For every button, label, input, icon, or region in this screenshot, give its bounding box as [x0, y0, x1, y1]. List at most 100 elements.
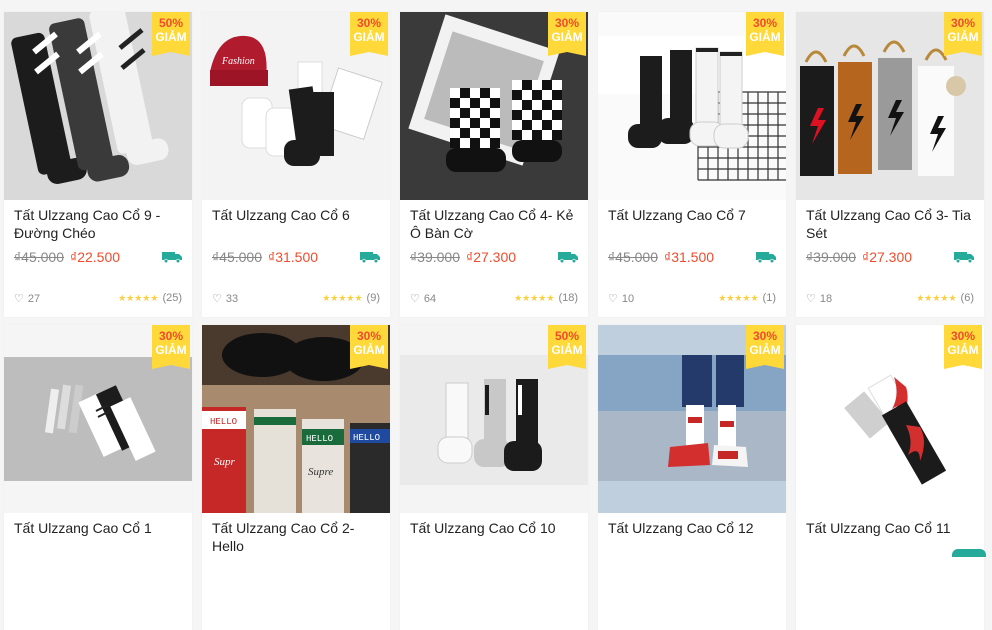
discount-badge: 30%GIẢM [944, 325, 982, 365]
product-grid: 50%GIẢMTất Ulzzang Cao Cổ 9 - Đường Chéo… [4, 12, 988, 630]
heart-icon[interactable]: ♡ [410, 293, 420, 305]
product-card[interactable]: HELLO HELLO HELLO Supr Supre 30%GIẢMTất … [202, 325, 390, 630]
product-card[interactable]: 50%GIẢMTất Ulzzang Cao Cổ 10 [400, 325, 588, 630]
original-price: ₫45.000 [14, 249, 64, 265]
product-name[interactable]: Tất Ulzzang Cao Cổ 4- Kẻ Ô Bàn Cờ [410, 206, 578, 242]
rating: ★★★★★ (1) [718, 292, 776, 304]
svg-text:HELLO: HELLO [306, 434, 333, 444]
rating: ★★★★★ (25) [118, 292, 182, 304]
discount-badge: 30%GIẢM [944, 12, 982, 52]
discount-badge: 30%GIẢM [350, 325, 388, 365]
freeship-icon [558, 251, 578, 263]
product-card[interactable]: 30%GIẢM Tất Ulzzang Cao Cổ 4- Kẻ Ô Bàn Cờ… [400, 12, 588, 317]
like-count[interactable]: ♡ 27 [14, 292, 40, 305]
discount-badge: 30%GIẢM [746, 12, 784, 52]
like-count[interactable]: ♡ 18 [806, 292, 832, 305]
original-price: ₫45.000 [212, 249, 262, 265]
product-card[interactable]: 30%GIẢM Tất Ulzzang Cao Cổ 12 [598, 325, 786, 630]
discount-badge: 50%GIẢM [152, 12, 190, 52]
svg-text:Fashion: Fashion [221, 56, 255, 67]
review-count: (25) [162, 292, 182, 304]
product-card[interactable]: Fashion 30%GIẢM Tất Ulzzang Cao Cổ 6 ₫45.0… [202, 12, 390, 317]
star-icon: ★★★★★ [514, 293, 554, 303]
discount-label: GIẢM [944, 343, 982, 357]
svg-text:HELLO: HELLO [210, 417, 237, 427]
product-name[interactable]: Tất Ulzzang Cao Cổ 7 [608, 206, 776, 242]
product-name[interactable]: Tất Ulzzang Cao Cổ 3- Tia Sét [806, 206, 974, 242]
star-icon: ★★★★★ [322, 293, 362, 303]
sale-price: ₫27.300 [862, 249, 912, 265]
review-count: (18) [558, 292, 578, 304]
discount-percent: 30% [350, 16, 388, 30]
like-count[interactable]: ♡ 64 [410, 292, 436, 305]
discount-badge: 30%GIẢM [350, 12, 388, 52]
sale-price: ₫22.500 [70, 249, 120, 265]
freeship-icon [954, 251, 974, 263]
product-meta: ♡ 64 ★★★★★ (18) [410, 292, 578, 306]
like-count-value: 10 [622, 293, 634, 305]
product-meta: ♡ 18 ★★★★★ (6) [806, 292, 974, 306]
heart-icon[interactable]: ♡ [212, 293, 222, 305]
discount-percent: 30% [944, 16, 982, 30]
product-name[interactable]: Tất Ulzzang Cao Cổ 2- Hello [212, 519, 380, 555]
like-count-value: 33 [226, 293, 238, 305]
product-card[interactable]: 30%GIẢM Tất Ulzzang Cao Cổ 7 ₫45.000 ₫31.50… [598, 12, 786, 317]
heart-icon[interactable]: ♡ [806, 293, 816, 305]
discount-label: GIẢM [746, 343, 784, 357]
discount-percent: 30% [152, 329, 190, 343]
product-name[interactable]: Tất Ulzzang Cao Cổ 9 - Đường Chéo [14, 206, 182, 242]
sale-price: ₫27.300 [466, 249, 516, 265]
product-name[interactable]: Tất Ulzzang Cao Cổ 1 [14, 519, 182, 555]
discount-label: GIẢM [350, 30, 388, 44]
svg-text:Supr: Supr [214, 456, 236, 468]
like-count-value: 27 [28, 293, 40, 305]
discount-percent: 30% [548, 16, 586, 30]
chat-button[interactable] [952, 549, 986, 557]
discount-percent: 50% [152, 16, 190, 30]
freeship-icon [756, 251, 776, 263]
product-name[interactable]: Tất Ulzzang Cao Cổ 11 [806, 519, 974, 555]
discount-label: GIẢM [944, 30, 982, 44]
product-card[interactable]: 30%GIẢM Tất Ulzzang Cao Cổ 3- Tia Sét ₫39.… [796, 12, 984, 317]
svg-text:HELLO: HELLO [353, 433, 380, 443]
price-row: ₫45.000₫31.500 [212, 249, 380, 267]
discount-badge: 30%GIẢM [152, 325, 190, 365]
rating: ★★★★★ (18) [514, 292, 578, 304]
discount-percent: 50% [548, 329, 586, 343]
product-name[interactable]: Tất Ulzzang Cao Cổ 6 [212, 206, 380, 242]
review-count: (1) [763, 292, 776, 304]
product-meta: ♡ 10 ★★★★★ (1) [608, 292, 776, 306]
heart-icon[interactable]: ♡ [608, 293, 618, 305]
star-icon: ★★★★★ [916, 293, 956, 303]
product-card[interactable]: 50%GIẢM Tất Ulzzang Cao Cổ 9 - Đường Chéo… [4, 12, 192, 317]
discount-percent: 30% [746, 16, 784, 30]
star-icon: ★★★★★ [718, 293, 758, 303]
original-price: ₫45.000 [608, 249, 658, 265]
like-count[interactable]: ♡ 33 [212, 292, 238, 305]
like-count-value: 18 [820, 293, 832, 305]
star-icon: ★★★★★ [118, 293, 158, 303]
discount-label: GIẢM [548, 30, 586, 44]
like-count-value: 64 [424, 293, 436, 305]
sale-price: ₫31.500 [664, 249, 714, 265]
review-count: (9) [367, 292, 380, 304]
review-count: (6) [961, 292, 974, 304]
product-name[interactable]: Tất Ulzzang Cao Cổ 10 [410, 519, 578, 555]
heart-icon[interactable]: ♡ [14, 293, 24, 305]
discount-label: GIẢM [152, 30, 190, 44]
original-price: ₫39.000 [806, 249, 856, 265]
price-row: ₫39.000₫27.300 [410, 249, 578, 267]
rating: ★★★★★ (6) [916, 292, 974, 304]
discount-percent: 30% [944, 329, 982, 343]
discount-percent: 30% [746, 329, 784, 343]
product-card[interactable]: 30%GIẢM Tất Ulzzang Cao Cổ 1 [4, 325, 192, 630]
product-card[interactable]: 30%GIẢM Tất Ulzzang Cao Cổ 11 [796, 325, 984, 630]
discount-percent: 30% [350, 329, 388, 343]
like-count[interactable]: ♡ 10 [608, 292, 634, 305]
product-name[interactable]: Tất Ulzzang Cao Cổ 12 [608, 519, 776, 555]
discount-badge: 30%GIẢM [548, 12, 586, 52]
discount-label: GIẢM [350, 343, 388, 357]
freeship-icon [162, 251, 182, 263]
rating: ★★★★★ (9) [322, 292, 380, 304]
discount-badge: 30%GIẢM [746, 325, 784, 365]
